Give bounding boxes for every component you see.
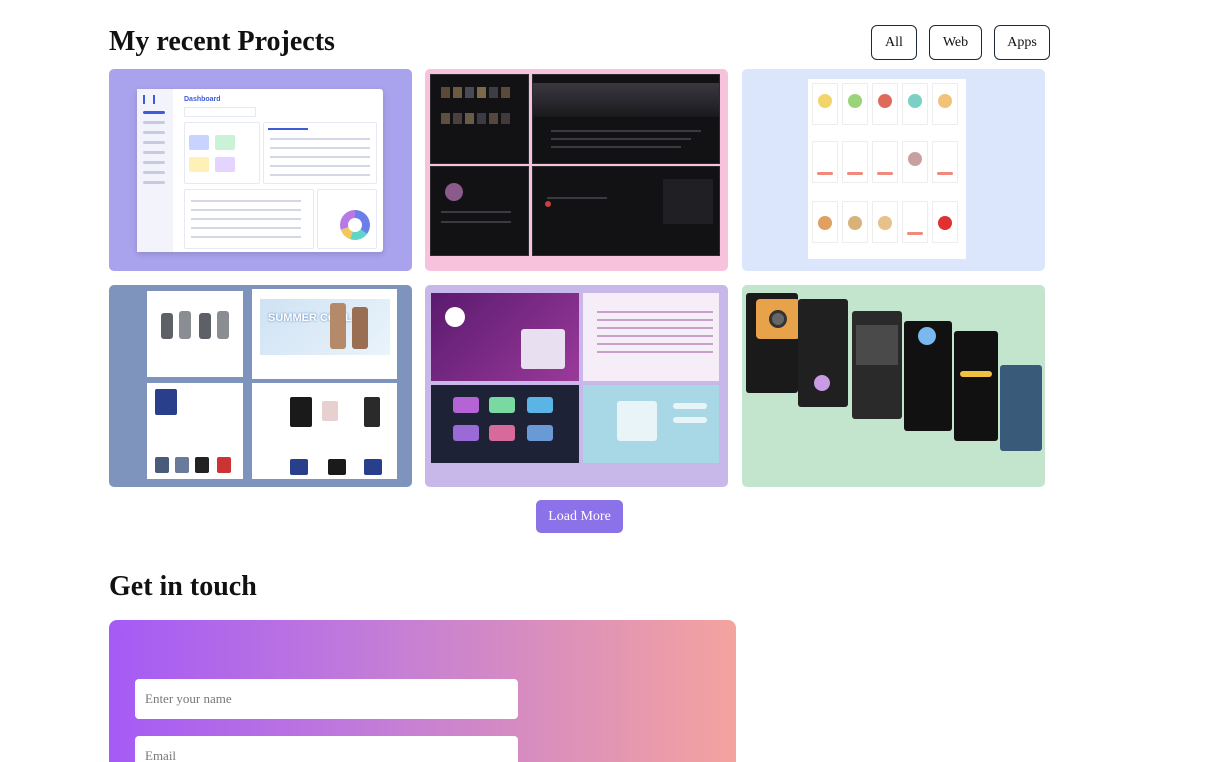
dashboard-screenshot: Dashboard bbox=[137, 89, 383, 252]
projects-section-title: My recent Projects bbox=[109, 26, 335, 57]
camera-icon bbox=[756, 299, 800, 339]
load-more-button[interactable]: Load More bbox=[536, 500, 623, 533]
dashboard-heading: Dashboard bbox=[184, 96, 221, 103]
project-card-food-app[interactable] bbox=[742, 69, 1045, 271]
app-logo-icon bbox=[143, 95, 155, 104]
filter-apps-button[interactable]: Apps bbox=[994, 25, 1050, 60]
music-app-screenshot bbox=[430, 74, 529, 164]
project-card-management-app[interactable] bbox=[425, 285, 728, 487]
project-filters: All Web Apps bbox=[871, 25, 1050, 60]
page: My recent Projects All Web Apps Dashboar… bbox=[0, 0, 1208, 762]
project-card-music-app[interactable] bbox=[425, 69, 728, 271]
project-card-ecommerce[interactable]: SUMMER COOL bbox=[109, 285, 412, 487]
filter-web-button[interactable]: Web bbox=[929, 25, 982, 60]
donut-chart-icon bbox=[340, 210, 370, 240]
email-input[interactable] bbox=[135, 736, 518, 762]
management-app-screenshot bbox=[431, 293, 579, 381]
camera-app-screenshot bbox=[746, 293, 800, 393]
filter-all-button[interactable]: All bbox=[871, 25, 917, 60]
contact-section-title: Get in touch bbox=[109, 571, 257, 602]
project-card-camera-app[interactable] bbox=[742, 285, 1045, 487]
contact-form bbox=[109, 620, 736, 762]
food-app-mockups bbox=[808, 79, 966, 259]
name-input[interactable] bbox=[135, 679, 518, 719]
ecommerce-screenshot: SUMMER COOL bbox=[252, 289, 397, 379]
project-card-dashboard[interactable]: Dashboard bbox=[109, 69, 412, 271]
